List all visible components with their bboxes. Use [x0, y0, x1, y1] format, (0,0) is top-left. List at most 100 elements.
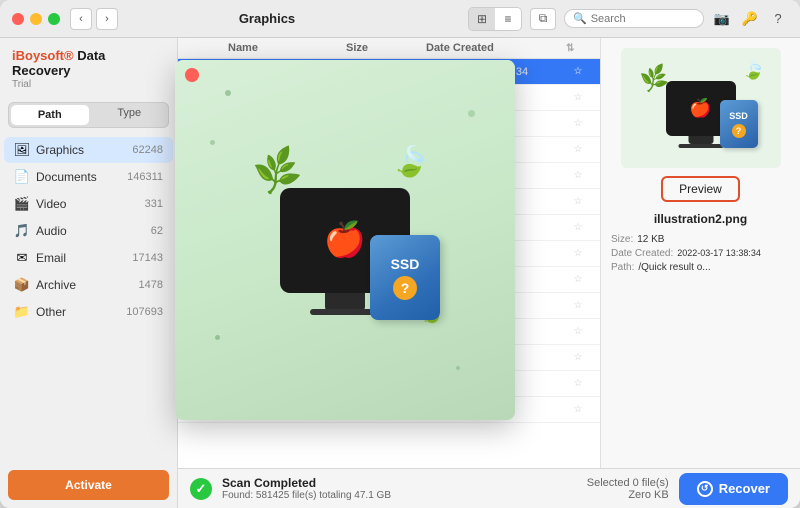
- other-icon: 📁: [14, 304, 30, 320]
- sidebar-item-other[interactable]: 📁 Other 107693: [4, 299, 173, 325]
- scan-complete-icon: ✓: [190, 478, 212, 500]
- app-title: iBoysoft® Data Recovery: [12, 48, 165, 78]
- col-date-header: Date Created: [426, 42, 566, 54]
- star-icon[interactable]: ☆: [566, 144, 590, 155]
- star-icon[interactable]: ☆: [566, 170, 590, 181]
- tab-type[interactable]: Type: [91, 103, 169, 127]
- help-icon[interactable]: ?: [768, 9, 788, 29]
- ssd-question-icon: ?: [393, 276, 417, 300]
- app-brand: iBoysoft®: [12, 48, 74, 63]
- sidebar-item-email[interactable]: ✉ Email 17143: [4, 245, 173, 271]
- star-icon[interactable]: ☆: [566, 326, 590, 337]
- camera-icon[interactable]: 📷: [712, 9, 732, 29]
- maximize-button[interactable]: [48, 13, 60, 25]
- grid-view-button[interactable]: ⊞: [469, 8, 495, 30]
- titlebar: ‹ › Graphics ⊞ ≡ ⧉ 🔍 📷 🔑 ?: [0, 0, 800, 38]
- sidebar-item-label: Documents: [36, 170, 121, 184]
- email-icon: ✉: [14, 250, 30, 266]
- date-value: 2022-03-17 13:38:34: [677, 248, 761, 259]
- popup-close-button[interactable]: [185, 68, 199, 82]
- star-icon[interactable]: ☆: [566, 222, 590, 233]
- sidebar-item-label: Email: [36, 251, 126, 265]
- recover-button[interactable]: ↺ Recover: [679, 473, 788, 505]
- star-icon[interactable]: ☆: [566, 352, 590, 363]
- sidebar-header: iBoysoft® Data Recovery Trial: [0, 38, 177, 96]
- status-bar: ✓ Scan Completed Found: 581425 file(s) t…: [178, 468, 800, 508]
- preview-button[interactable]: Preview: [661, 176, 740, 202]
- sidebar-item-count: 62248: [132, 144, 163, 156]
- list-view-button[interactable]: ≡: [495, 8, 521, 30]
- star-icon[interactable]: ☆: [566, 248, 590, 259]
- tab-path[interactable]: Path: [11, 105, 89, 125]
- sidebar: iBoysoft® Data Recovery Trial Path Type …: [0, 38, 178, 508]
- activate-button[interactable]: Activate: [8, 470, 169, 500]
- path-value: /Quick result o...: [638, 262, 710, 273]
- star-icon[interactable]: ☆: [566, 300, 590, 311]
- sidebar-item-count: 331: [145, 198, 163, 210]
- scan-detail: Found: 581425 file(s) totaling 47.1 GB: [222, 490, 577, 501]
- col-size-header: Size: [346, 42, 426, 54]
- star-icon[interactable]: ☆: [566, 66, 590, 77]
- preview-size-row: Size: 12 KB: [611, 234, 790, 245]
- big-illustration: 🌿 🍃 🍃 🍎 SSD ?: [235, 130, 455, 350]
- selected-size: Zero KB: [587, 489, 669, 501]
- star-icon[interactable]: ☆: [566, 378, 590, 389]
- sidebar-item-count: 62: [151, 225, 163, 237]
- file-list-header: Name Size Date Created ⇅: [178, 38, 600, 59]
- dot-decoration: [456, 366, 460, 370]
- sidebar-item-audio[interactable]: 🎵 Audio 62: [4, 218, 173, 244]
- star-icon[interactable]: ☆: [566, 196, 590, 207]
- preview-filename: illustration2.png: [654, 212, 747, 226]
- search-icon: 🔍: [573, 12, 587, 25]
- sidebar-item-count: 107693: [126, 306, 163, 318]
- recover-label: Recover: [719, 481, 770, 496]
- dot-decoration: [215, 335, 220, 340]
- sidebar-item-graphics[interactable]: 🖼 Graphics 62248: [4, 137, 173, 163]
- ssd-label: SSD: [391, 256, 420, 272]
- big-ssd-icon: SSD ?: [370, 235, 440, 320]
- sidebar-item-documents[interactable]: 📄 Documents 146311: [4, 164, 173, 190]
- sidebar-item-video[interactable]: 🎬 Video 331: [4, 191, 173, 217]
- sidebar-item-label: Archive: [36, 278, 133, 292]
- titlebar-title: Graphics: [66, 11, 468, 26]
- question-mark-icon: ?: [732, 124, 746, 138]
- monitor-stand: [688, 136, 713, 144]
- preview-panel: 🌿 🍃 🍎 SSD ?: [600, 38, 800, 468]
- apple-logo-icon: 🍎: [689, 98, 711, 119]
- audio-icon: 🎵: [14, 223, 30, 239]
- sidebar-tabs: Path Type: [8, 102, 169, 128]
- close-button[interactable]: [12, 13, 24, 25]
- app-subtitle: Trial: [12, 79, 165, 90]
- star-icon[interactable]: ☆: [566, 118, 590, 129]
- leaf-right-icon: 🍃: [741, 58, 767, 83]
- preview-thumb-inner: 🌿 🍃 🍎 SSD ?: [621, 48, 781, 168]
- selected-files: Selected 0 file(s): [587, 477, 669, 489]
- sidebar-item-count: 17143: [132, 252, 163, 264]
- leaf-top-right-icon: 🍃: [389, 141, 434, 184]
- monitor-base: [678, 144, 723, 148]
- sort-icon[interactable]: ⇅: [566, 43, 590, 54]
- preview-date-row: Date Created: 2022-03-17 13:38:34: [611, 248, 790, 259]
- sidebar-item-count: 146311: [127, 171, 163, 183]
- mini-ssd-icon: SSD ?: [720, 100, 758, 148]
- star-icon[interactable]: ☆: [566, 274, 590, 285]
- scan-title: Scan Completed: [222, 476, 577, 490]
- minimize-button[interactable]: [30, 13, 42, 25]
- view-toggle: ⊞ ≡: [468, 7, 522, 31]
- star-icon[interactable]: ☆: [566, 404, 590, 415]
- scan-info: Scan Completed Found: 581425 file(s) tot…: [222, 476, 577, 501]
- sidebar-items: 🖼 Graphics 62248 📄 Documents 146311 🎬 Vi…: [0, 134, 177, 462]
- search-input[interactable]: [591, 13, 695, 25]
- sidebar-item-label: Graphics: [36, 143, 126, 157]
- star-icon[interactable]: ☆: [566, 92, 590, 103]
- apple-icon: 🍎: [324, 220, 366, 260]
- selected-info: Selected 0 file(s) Zero KB: [587, 477, 669, 501]
- sidebar-item-archive[interactable]: 📦 Archive 1478: [4, 272, 173, 298]
- key-icon[interactable]: 🔑: [740, 9, 760, 29]
- path-label: Path:: [611, 262, 634, 273]
- sidebar-item-count: 1478: [139, 279, 163, 291]
- size-label: Size:: [611, 234, 633, 245]
- search-box: 🔍: [564, 9, 704, 28]
- recover-icon: ↺: [697, 481, 713, 497]
- filter-button[interactable]: ⧉: [530, 8, 556, 30]
